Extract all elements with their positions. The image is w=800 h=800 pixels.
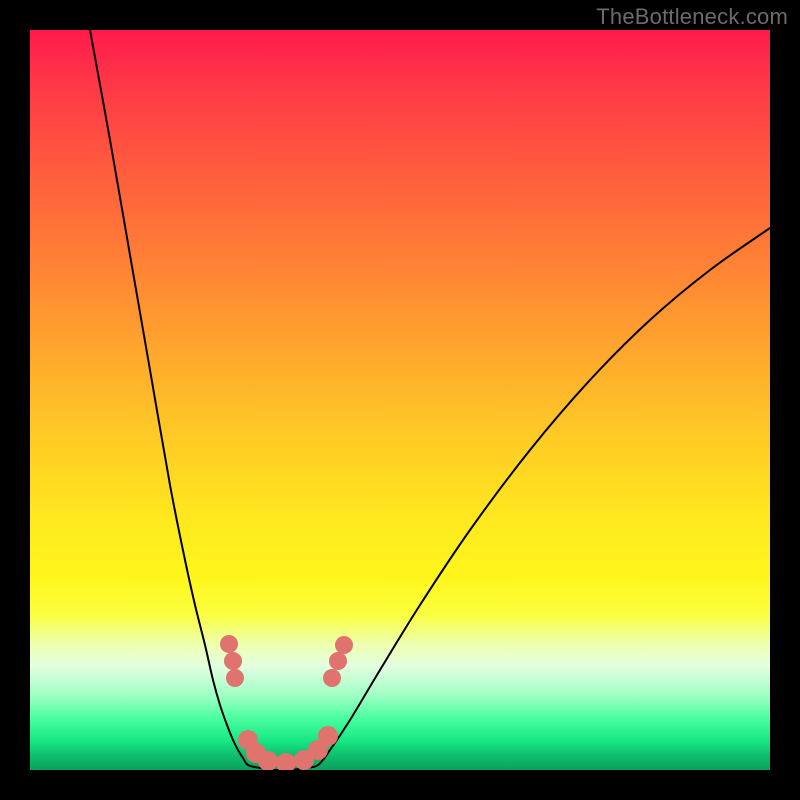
data-marker [318, 726, 338, 746]
data-marker [329, 652, 347, 670]
data-marker [276, 753, 296, 770]
watermark-text: TheBottleneck.com [596, 4, 788, 30]
bottleneck-curve [90, 30, 770, 770]
data-marker [226, 669, 244, 687]
bottleneck-curve-chart [30, 30, 770, 770]
data-marker [335, 636, 353, 654]
data-marker [220, 635, 238, 653]
data-marker [323, 669, 341, 687]
plot-area [30, 30, 770, 770]
data-marker [224, 652, 242, 670]
outer-frame: TheBottleneck.com [0, 0, 800, 800]
